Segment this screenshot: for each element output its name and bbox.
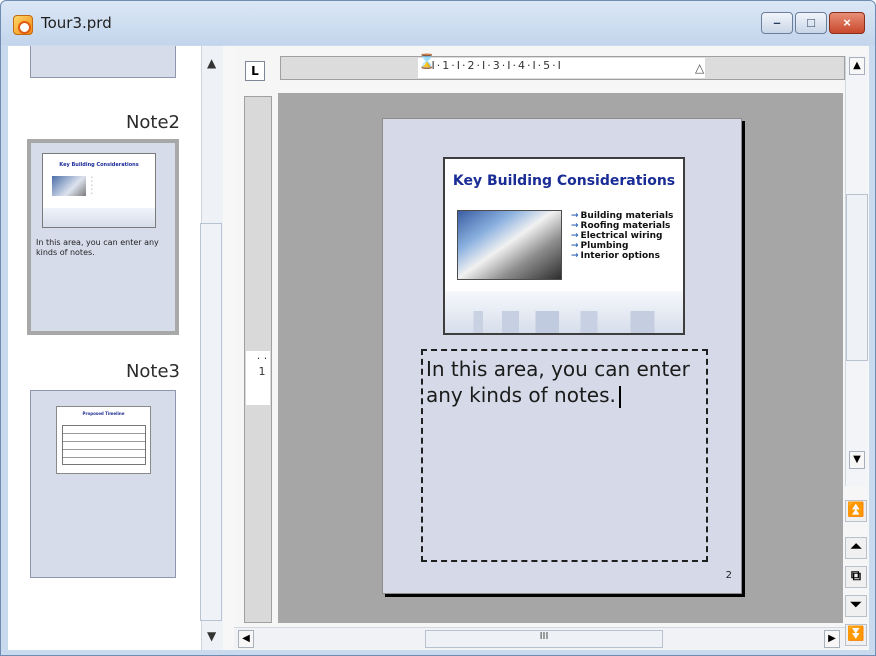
minimize-button[interactable]: – bbox=[761, 12, 793, 34]
right-indent-marker-icon[interactable]: △ bbox=[695, 61, 704, 75]
notes-text[interactable]: In this area, you can enter any kinds of… bbox=[426, 356, 704, 408]
slide-bullet: Building materials bbox=[571, 211, 681, 221]
last-page-icon[interactable]: ⏬ bbox=[845, 624, 867, 646]
thumbnail-timeline-table bbox=[62, 425, 146, 465]
thumbnail-note-text: In this area, you can enter any kinds of… bbox=[36, 238, 159, 257]
thumbnail-building-image bbox=[52, 176, 86, 196]
editor-scroll-down-button[interactable]: ▼ bbox=[849, 451, 865, 469]
thumbnail-table-row bbox=[63, 450, 145, 458]
horizontal-scroll-right-button[interactable]: ▶ bbox=[824, 630, 840, 648]
previous-page-icon[interactable]: ⏶ bbox=[845, 537, 867, 559]
horizontal-scroll-left-button[interactable]: ◀ bbox=[238, 630, 254, 648]
slide-bullet: Electrical wiring bbox=[571, 231, 681, 241]
slide-thumbnail-note3[interactable]: Proposed Timeline bbox=[30, 390, 176, 578]
close-button[interactable]: × bbox=[829, 12, 865, 34]
slide-label-note2: Note2 bbox=[125, 112, 180, 133]
slides-scroll-thumb[interactable] bbox=[200, 223, 222, 621]
horizontal-ruler[interactable]: ·I·1·I·2·I·3·I·4·I·5·I ⌛ △ bbox=[280, 54, 845, 80]
ruler-markings: ·I·1·I·2·I·3·I·4·I·5·I bbox=[426, 59, 563, 72]
page-view-icon[interactable]: ⧉ bbox=[845, 566, 867, 588]
slide-title: Key Building Considerations bbox=[452, 173, 676, 189]
thumbnail-bullets: • • • • • bbox=[91, 175, 93, 195]
slide-bullet-list: Building materials Roofing materials Ele… bbox=[571, 211, 681, 261]
slide-bullet: Plumbing bbox=[571, 241, 681, 251]
title-bar: Tour3.prd – □ × bbox=[1, 1, 875, 45]
tab-stop-selector[interactable]: L bbox=[245, 61, 265, 81]
notes-text-box[interactable]: In this area, you can enter any kinds of… bbox=[421, 349, 708, 562]
first-line-indent-marker-icon[interactable]: ⌛ bbox=[418, 54, 435, 70]
thumbnail-slide-title: Key Building Considerations bbox=[59, 162, 139, 168]
horizontal-scroll-thumb[interactable]: III bbox=[425, 630, 663, 648]
slide-label-note3: Note3 bbox=[125, 361, 180, 382]
application-window: Tour3.prd – □ × Note2 Key Building Consi… bbox=[0, 0, 876, 656]
thumbnail-city-skyline bbox=[43, 208, 155, 227]
notes-content: In this area, you can enter any kinds of… bbox=[426, 357, 690, 407]
page-number: 2 bbox=[725, 570, 732, 581]
thumbnail-table-row bbox=[63, 426, 145, 434]
city-skyline-graphic bbox=[445, 291, 683, 333]
window-title: Tour3.prd bbox=[41, 14, 112, 32]
slides-scroll-up-button[interactable]: ▲ bbox=[207, 56, 216, 70]
slide-thumbnail-note1[interactable] bbox=[30, 46, 176, 78]
slide-editor: L ·I·1·I·2·I·3·I·4·I·5·I ⌛ △ · · 1 Key B… bbox=[234, 46, 869, 650]
editor-vertical-scroll-thumb[interactable] bbox=[846, 194, 868, 361]
document-workspace: Note2 Key Building Considerations • • • • • … bbox=[8, 46, 869, 650]
page-canvas: Key Building Considerations Building mat… bbox=[278, 93, 843, 623]
thumbnail-timeline-title: Proposed Timeline bbox=[82, 411, 125, 416]
building-image bbox=[457, 210, 562, 280]
restore-button[interactable]: □ bbox=[795, 12, 827, 34]
slide-preview[interactable]: Key Building Considerations Building mat… bbox=[443, 157, 685, 335]
vertical-ruler[interactable]: · · 1 bbox=[244, 96, 272, 623]
thumbnail-table-row bbox=[63, 434, 145, 442]
slide-thumbnail-note2-selected[interactable]: Key Building Considerations • • • • • In thi… bbox=[27, 139, 179, 335]
text-cursor bbox=[618, 385, 621, 408]
panel-divider[interactable] bbox=[223, 46, 234, 650]
first-page-icon[interactable]: ⏫ bbox=[845, 500, 867, 522]
notes-page: Key Building Considerations Building mat… bbox=[382, 118, 742, 594]
next-page-icon[interactable]: ⏷ bbox=[845, 595, 867, 617]
thumbnail-timeline-slide: Proposed Timeline bbox=[56, 406, 151, 474]
slides-panel: Note2 Key Building Considerations • • • • • … bbox=[8, 46, 202, 650]
slide-bullet: Interior options bbox=[571, 251, 681, 261]
slides-scroll-down-button[interactable]: ▼ bbox=[207, 629, 216, 643]
thumbnail-slide-preview: Key Building Considerations • • • • • bbox=[42, 153, 156, 228]
vertical-ruler-markings: · · 1 bbox=[256, 352, 268, 378]
slide-bullet: Roofing materials bbox=[571, 221, 681, 231]
editor-scroll-up-button[interactable]: ▲ bbox=[849, 57, 865, 75]
thumbnail-table-row bbox=[63, 442, 145, 450]
presentation-app-icon bbox=[13, 15, 33, 35]
